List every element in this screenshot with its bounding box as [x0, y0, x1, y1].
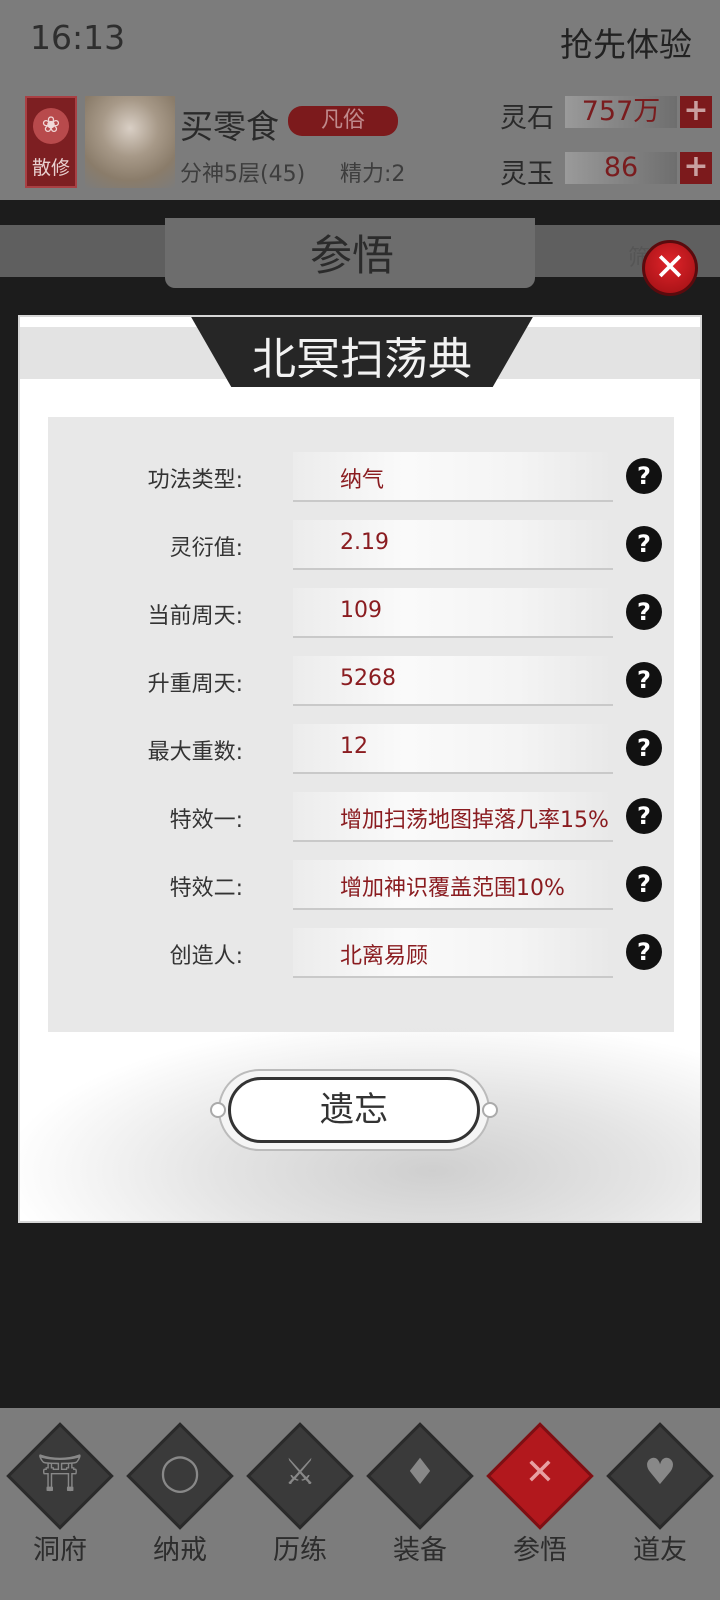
help-icon[interactable]: ?	[626, 934, 662, 970]
status-bar: 16:13 抢先体验	[0, 0, 720, 82]
spirit-stone-value: 757万	[565, 96, 677, 128]
avatar[interactable]	[85, 96, 175, 188]
lotus-icon: ❀	[33, 108, 69, 144]
forget-button[interactable]: 遗忘	[228, 1077, 480, 1143]
button-ornament-right	[482, 1102, 498, 1118]
nav-label: 装备	[393, 1535, 447, 1566]
sect-badge[interactable]: ❀ 散修	[25, 96, 77, 188]
nav-label: 纳戒	[153, 1535, 207, 1566]
attribute-value: 109	[340, 598, 382, 623]
early-access-label[interactable]: 抢先体验	[560, 18, 692, 66]
rank-badge: 凡俗	[288, 106, 398, 136]
attribute-row: 灵衍值: 2.19 ?	[48, 520, 674, 570]
bottom-navigation: ⛩ 洞府 ◯ 纳戒 ⚔ 历练 ♦ 装备 ✕ 参悟 ♥ 道友	[0, 1408, 720, 1600]
attribute-row: 最大重数: 12 ?	[48, 724, 674, 774]
add-spirit-jade-button[interactable]: +	[680, 152, 712, 184]
gate-glyph: ⛩	[37, 1453, 83, 1494]
attribute-value: 纳气	[340, 468, 385, 493]
attribute-value: 12	[340, 734, 368, 759]
nav-label: 历练	[273, 1535, 327, 1566]
ring-glyph: ◯	[159, 1452, 201, 1493]
sword-glyph: ♦	[403, 1452, 437, 1493]
attribute-row: 升重周天: 5268 ?	[48, 656, 674, 706]
attribute-value: 北离易顾	[340, 944, 429, 969]
nav-item-comprehend[interactable]: ✕ 参悟	[480, 1408, 600, 1600]
attribute-row: 特效二: 增加神识覆盖范围10% ?	[48, 860, 674, 910]
cross-glyph: ✕	[524, 1452, 556, 1493]
nav-item-friends[interactable]: ♥ 道友	[600, 1408, 720, 1600]
attribute-row: 特效一: 增加扫荡地图掉落几率15% ?	[48, 792, 674, 842]
attribute-label: 功法类型:	[147, 468, 243, 493]
attribute-row: 当前周天: 109 ?	[48, 588, 674, 638]
energy-value: 精力:2	[340, 162, 406, 187]
attribute-row: 功法类型: 纳气 ?	[48, 452, 674, 502]
attribute-value: 增加神识覆盖范围10%	[340, 876, 565, 901]
attribute-label: 当前周天:	[147, 604, 243, 629]
help-icon[interactable]: ?	[626, 458, 662, 494]
help-icon[interactable]: ?	[626, 866, 662, 902]
sect-label: 散修	[31, 157, 70, 179]
close-button[interactable]: ✕	[642, 240, 698, 296]
attribute-value: 5268	[340, 666, 396, 691]
nav-label: 道友	[633, 1535, 687, 1566]
nav-label: 洞府	[33, 1535, 87, 1566]
background-empty-area	[0, 1230, 720, 1410]
attribute-panel: 功法类型: 纳气 ? 灵衍值: 2.19 ? 当前周天: 109 ? 升重周天:…	[48, 417, 674, 1032]
button-ornament-left	[210, 1102, 226, 1118]
nav-item-ring[interactable]: ◯ 纳戒	[120, 1408, 240, 1600]
nav-item-training[interactable]: ⚔ 历练	[240, 1408, 360, 1600]
attribute-label: 创造人:	[169, 944, 243, 969]
realm-level: 分神5层(45)	[180, 162, 306, 187]
help-icon[interactable]: ?	[626, 662, 662, 698]
player-header: ❀ 散修 买零食 凡俗 分神5层(45) 精力:2 灵石 757万 + 灵玉 8…	[0, 82, 720, 200]
attribute-label: 灵衍值:	[169, 536, 243, 561]
forget-button-frame: 遗忘	[218, 1069, 490, 1151]
attribute-value: 增加扫荡地图掉落几率15%	[340, 808, 609, 833]
spirit-jade-value: 86	[565, 152, 677, 184]
swords-glyph: ⚔	[283, 1452, 317, 1493]
help-icon[interactable]: ?	[626, 798, 662, 834]
help-icon[interactable]: ?	[626, 730, 662, 766]
spirit-jade-label: 灵玉	[500, 159, 554, 190]
attribute-label: 特效二:	[169, 876, 243, 901]
player-name: 买零食	[180, 107, 279, 146]
attribute-label: 升重周天:	[147, 672, 243, 697]
handshake-glyph: ♥	[643, 1452, 677, 1493]
nav-item-cave[interactable]: ⛩ 洞府	[0, 1408, 120, 1600]
background-page-title: 参悟	[310, 231, 395, 280]
spirit-stone-label: 灵石	[500, 103, 554, 134]
nav-item-equipment[interactable]: ♦ 装备	[360, 1408, 480, 1600]
attribute-row: 创造人: 北离易顾 ?	[48, 928, 674, 978]
attribute-label: 特效一:	[169, 808, 243, 833]
add-spirit-stone-button[interactable]: +	[680, 96, 712, 128]
attribute-label: 最大重数:	[147, 740, 243, 765]
help-icon[interactable]: ?	[626, 594, 662, 630]
technique-detail-dialog: 北冥扫荡典 功法类型: 纳气 ? 灵衍值: 2.19 ? 当前周天: 109 ?…	[18, 315, 702, 1223]
attribute-value: 2.19	[340, 530, 389, 555]
dialog-title: 北冥扫荡典	[252, 334, 472, 385]
help-icon[interactable]: ?	[626, 526, 662, 562]
nav-label: 参悟	[513, 1535, 567, 1566]
clock: 16:13	[30, 18, 126, 57]
